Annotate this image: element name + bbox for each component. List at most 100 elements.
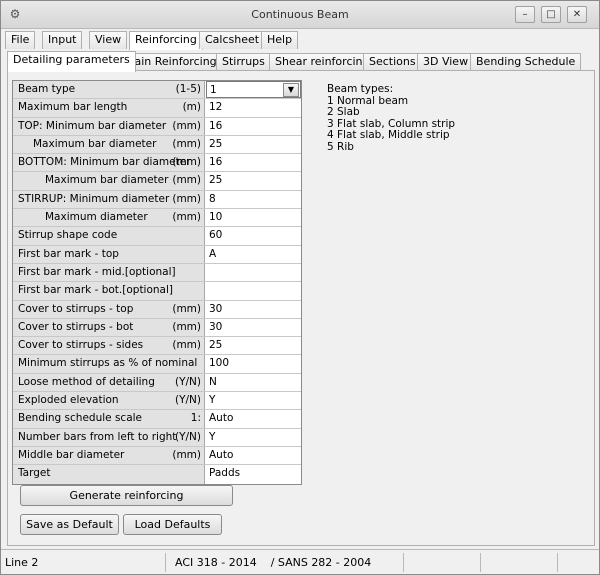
grid-row-label: Maximum diameter (mm) — [13, 209, 205, 227]
parameter-value-field[interactable]: Auto — [209, 410, 299, 428]
parameter-unit: (Y/N) — [175, 375, 201, 388]
parameter-value-field[interactable]: 16 — [209, 117, 299, 135]
grid-row: Beam type (1-5) 1 ▼ — [13, 81, 301, 100]
parameter-value-field[interactable]: 30 — [209, 300, 299, 318]
parameter-value: 16 — [209, 119, 223, 132]
grid-row: Maximum bar diameter (mm) 25 — [13, 172, 301, 191]
grid-row: Maximum bar diameter (mm) 25 — [13, 135, 301, 155]
parameter-label: First bar mark - top — [18, 247, 119, 260]
parameter-unit: (mm) — [172, 320, 201, 333]
tab-detailing-parameters[interactable]: Detailing parameters — [7, 51, 136, 72]
parameter-value-field[interactable]: Padds — [209, 465, 299, 484]
close-button[interactable]: ✕ — [567, 6, 587, 23]
grid-row: Bending schedule scale 1: Auto — [13, 410, 301, 429]
grid-row: Cover to stirrups - top (mm) 30 — [13, 300, 301, 319]
parameter-label: Cover to stirrups - top — [18, 302, 134, 315]
parameter-unit: (mm) — [172, 339, 201, 352]
parameter-value-field[interactable]: N — [209, 373, 299, 392]
grid-row: Maximum diameter (mm) 10 — [13, 209, 301, 228]
tab-strip: Detailing parameters Main Reinforcing St… — [7, 51, 595, 72]
parameter-value-field[interactable]: Auto — [209, 446, 299, 465]
parameter-value-field[interactable]: 10 — [209, 209, 299, 227]
main-window: ⚙ Continuous Beam – □ ✕ File Input View … — [0, 0, 600, 575]
tab-stirrups[interactable]: Stirrups — [216, 53, 271, 71]
chevron-down-icon[interactable]: ▼ — [283, 83, 299, 97]
grid-row-label: Minimum stirrups as % of nominal — [13, 355, 205, 373]
grid-row-label: Exploded elevation (Y/N) — [13, 392, 205, 410]
parameter-value-field[interactable]: 30 — [209, 318, 299, 337]
parameter-label: Middle bar diameter — [18, 448, 125, 461]
tab-sections[interactable]: Sections — [363, 53, 422, 71]
parameter-unit: (mm) — [172, 174, 201, 187]
parameter-value-field[interactable]: 25 — [209, 337, 299, 355]
parameter-value-field[interactable] — [209, 282, 299, 300]
grid-row-label: Loose method of detailing (Y/N) — [13, 373, 205, 392]
parameter-value-field[interactable]: 8 — [209, 190, 299, 209]
grid-row-label: TOP: Minimum bar diameter (mm) — [13, 117, 205, 135]
parameter-value-field[interactable]: Y — [209, 428, 299, 446]
menu-file[interactable]: File — [5, 31, 36, 49]
grid-row: Cover to stirrups - sides (mm) 25 — [13, 337, 301, 356]
menu-view[interactable]: View — [89, 31, 128, 49]
title-bar: ⚙ Continuous Beam – □ ✕ — [1, 1, 599, 29]
parameter-unit: (Y/N) — [175, 394, 201, 407]
parameter-label: First bar mark - mid.[optional] — [18, 265, 176, 278]
parameter-value: 16 — [209, 156, 223, 169]
grid-row-label: First bar mark - mid.[optional] — [13, 263, 205, 282]
parameter-value-field[interactable]: 60 — [209, 227, 299, 245]
parameter-label: Maximum diameter — [45, 211, 148, 224]
parameter-unit: (mm) — [172, 119, 201, 132]
parameter-value: 1 — [210, 84, 217, 96]
parameter-label: STIRRUP: Minimum diameter — [18, 192, 170, 205]
grid-row: STIRRUP: Minimum diameter (mm) 8 — [13, 190, 301, 210]
parameter-value: 25 — [209, 137, 223, 150]
beam-type-line: 4 Flat slab, Middle strip — [327, 129, 450, 141]
parameter-label: BOTTOM: Minimum bar diameter — [18, 156, 191, 169]
parameter-value-field[interactable]: 100 — [209, 355, 299, 373]
tab-3d-view[interactable]: 3D View — [417, 53, 475, 71]
load-defaults-button[interactable]: Load Defaults — [123, 514, 222, 535]
parameter-unit: (Y/N) — [175, 430, 201, 443]
parameter-value-field[interactable]: Y — [209, 392, 299, 410]
minimize-button[interactable]: – — [515, 6, 535, 23]
parameter-value-field[interactable]: 25 — [209, 172, 299, 190]
save-as-default-button[interactable]: Save as Default — [20, 514, 119, 535]
parameter-value-field[interactable] — [209, 263, 299, 282]
parameter-value: Auto — [209, 412, 234, 425]
menu-help[interactable]: Help — [261, 31, 299, 49]
parameter-value-field[interactable]: 16 — [209, 154, 299, 172]
parameter-label: Cover to stirrups - sides — [18, 339, 144, 352]
parameter-value: 25 — [209, 174, 223, 187]
parameter-value-field[interactable]: 25 — [209, 135, 299, 154]
beam-type-select[interactable]: 1 ▼ — [206, 81, 301, 99]
parameter-label: Target — [18, 467, 51, 480]
grid-row-label: Cover to stirrups - sides (mm) — [13, 337, 205, 355]
grid-row: Number bars from left to right (Y/N) Y — [13, 428, 301, 447]
parameter-value: 60 — [209, 229, 223, 242]
parameter-value-field[interactable]: 12 — [209, 99, 299, 117]
beam-types-info: Beam types: 1 Normal beam 2 Slab 3 Flat … — [327, 83, 455, 153]
menu-input[interactable]: Input — [42, 31, 83, 49]
grid-row: Target Padds — [13, 465, 301, 484]
parameter-label: Loose method of detailing — [18, 375, 155, 388]
parameter-value-field[interactable]: A — [209, 245, 299, 263]
parameter-value: A — [209, 247, 217, 260]
parameter-value: Padds — [209, 467, 241, 480]
grid-row: First bar mark - mid.[optional] — [13, 263, 301, 283]
grid-row-label: Middle bar diameter (mm) — [13, 446, 205, 465]
parameter-label: Maximum bar diameter — [33, 137, 157, 150]
parameter-label: Stirrup shape code — [18, 229, 118, 242]
menu-reinforcing[interactable]: Reinforcing — [129, 31, 203, 50]
maximize-button[interactable]: □ — [541, 6, 561, 23]
tab-bending-schedule[interactable]: Bending Schedule — [470, 53, 582, 71]
menu-calcsheet[interactable]: Calcsheet — [199, 31, 266, 49]
grid-row: First bar mark - bot.[optional] — [13, 282, 301, 301]
parameter-unit: (mm) — [172, 192, 201, 205]
generate-reinforcing-button[interactable]: Generate reinforcing — [20, 485, 233, 506]
tab-shear-reinforcing[interactable]: Shear reinforcing — [269, 53, 376, 71]
grid-row-label: First bar mark - bot.[optional] — [13, 282, 205, 300]
grid-row-label: Number bars from left to right (Y/N) — [13, 428, 205, 446]
status-line: Line 2 — [5, 556, 39, 569]
grid-row: Exploded elevation (Y/N) Y — [13, 392, 301, 411]
grid-row: First bar mark - top A — [13, 245, 301, 264]
